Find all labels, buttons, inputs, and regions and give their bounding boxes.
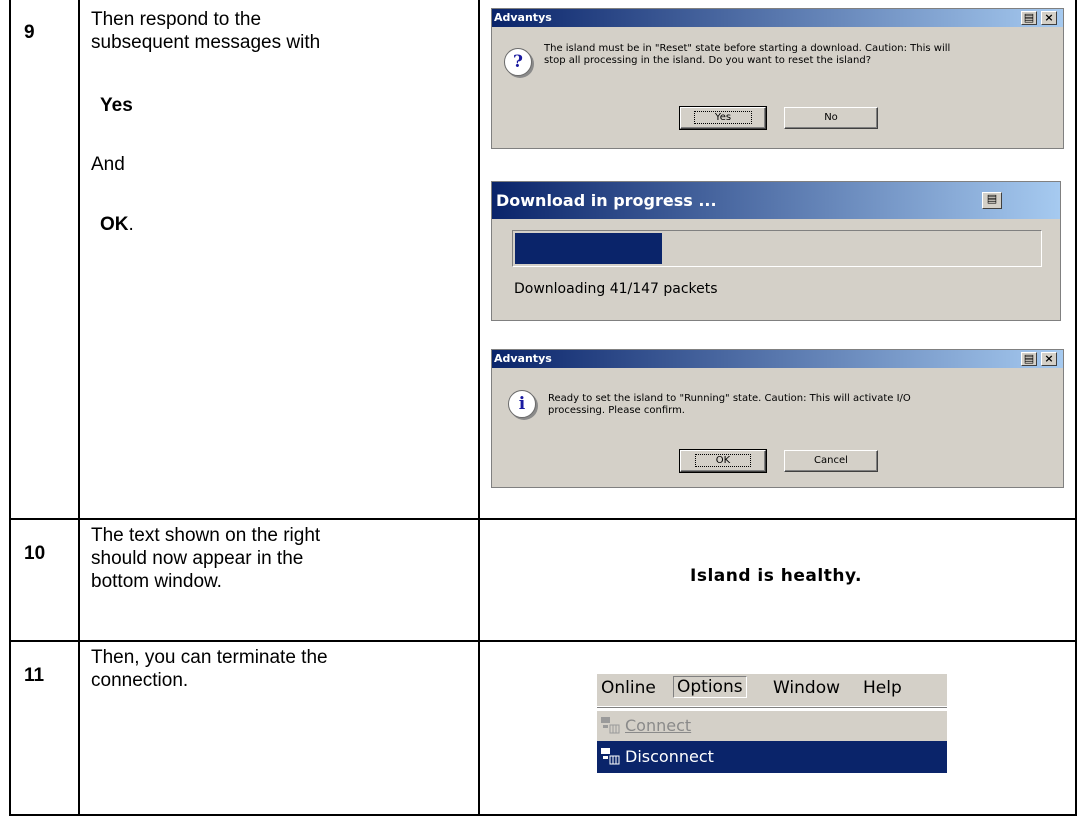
instruction-line: And (91, 154, 125, 175)
instruction-line: subsequent messages with (91, 32, 321, 53)
dialog-titlebar: Advantys ▤ × (492, 350, 1063, 368)
instruction-line: connection. (91, 670, 189, 691)
question-icon: ? (504, 48, 532, 76)
close-icon[interactable]: × (1041, 11, 1057, 25)
download-status: Downloading 41/147 packets (514, 281, 718, 297)
download-progress-dialog: Download in progress ... ▤ Downloading 4… (491, 181, 1061, 321)
no-button[interactable]: No (784, 107, 878, 129)
dialog-title: Download in progress ... (496, 191, 717, 210)
menu-window[interactable]: Window (773, 678, 840, 698)
table-border-right (1075, 0, 1077, 816)
info-icon: i (508, 390, 536, 418)
dialog-titlebar: Download in progress ... ▤ (492, 182, 1060, 219)
instruction-line: should now appear in the (91, 548, 304, 569)
table-row-divider-1 (9, 518, 1077, 520)
menu-online[interactable]: Online (601, 678, 656, 698)
reset-dialog: Advantys ▤ × ? The island must be in "Re… (491, 8, 1064, 149)
table-divider-step (78, 0, 80, 816)
print-icon[interactable]: ▤ (1021, 11, 1037, 25)
instruction-line: bottom window. (91, 571, 222, 592)
cancel-button[interactable]: Cancel (784, 450, 878, 472)
progress-fill (515, 233, 662, 264)
disconnect-menu-item[interactable]: Disconnect (597, 741, 947, 773)
instruction-line: The text shown on the right (91, 525, 321, 546)
table-row-divider-2 (9, 640, 1077, 642)
island-status-text: Island is healthy. (690, 566, 862, 586)
print-icon[interactable]: ▤ (1021, 352, 1037, 366)
menu-separator (597, 707, 947, 710)
instruction-line: Then, you can terminate the (91, 647, 328, 668)
step-instruction: Then, you can terminate the connection. (91, 646, 471, 692)
dialog-message: Ready to set the island to "Running" sta… (548, 393, 911, 416)
instruction-emphasis: Yes (100, 95, 133, 116)
disconnect-icon (601, 748, 620, 765)
menu-options[interactable]: Options (673, 676, 747, 698)
step-number: 11 (24, 665, 45, 686)
ok-button[interactable]: OK (679, 449, 767, 473)
connect-icon (601, 717, 620, 734)
print-icon[interactable]: ▤ (982, 192, 1002, 209)
step-number: 9 (24, 22, 35, 43)
dialog-title: Advantys (494, 352, 552, 365)
connect-menu-item[interactable]: Connect (597, 711, 947, 741)
dialog-title: Advantys (494, 11, 552, 24)
close-icon[interactable]: × (1041, 352, 1057, 366)
dialog-message: The island must be in "Reset" state befo… (544, 43, 951, 66)
step-instruction: The text shown on the right should now a… (91, 524, 471, 593)
table-divider-content (478, 0, 480, 816)
instruction-emphasis: OK. (100, 214, 134, 235)
yes-button[interactable]: Yes (679, 106, 767, 130)
menu-help[interactable]: Help (863, 678, 902, 698)
disconnect-label: Disconnect (625, 747, 714, 766)
dialog-titlebar: Advantys ▤ × (492, 9, 1063, 27)
step-number: 10 (24, 543, 46, 564)
instruction-line: Then respond to the (91, 9, 262, 30)
step-instruction: Then respond to the subsequent messages … (91, 8, 471, 236)
menu-bar: Online Options Window Help (597, 674, 947, 706)
connect-label: Connect (625, 716, 692, 735)
running-dialog: Advantys ▤ × i Ready to set the island t… (491, 349, 1064, 488)
table-border-left (9, 0, 11, 816)
download-progress-bar (512, 230, 1042, 267)
